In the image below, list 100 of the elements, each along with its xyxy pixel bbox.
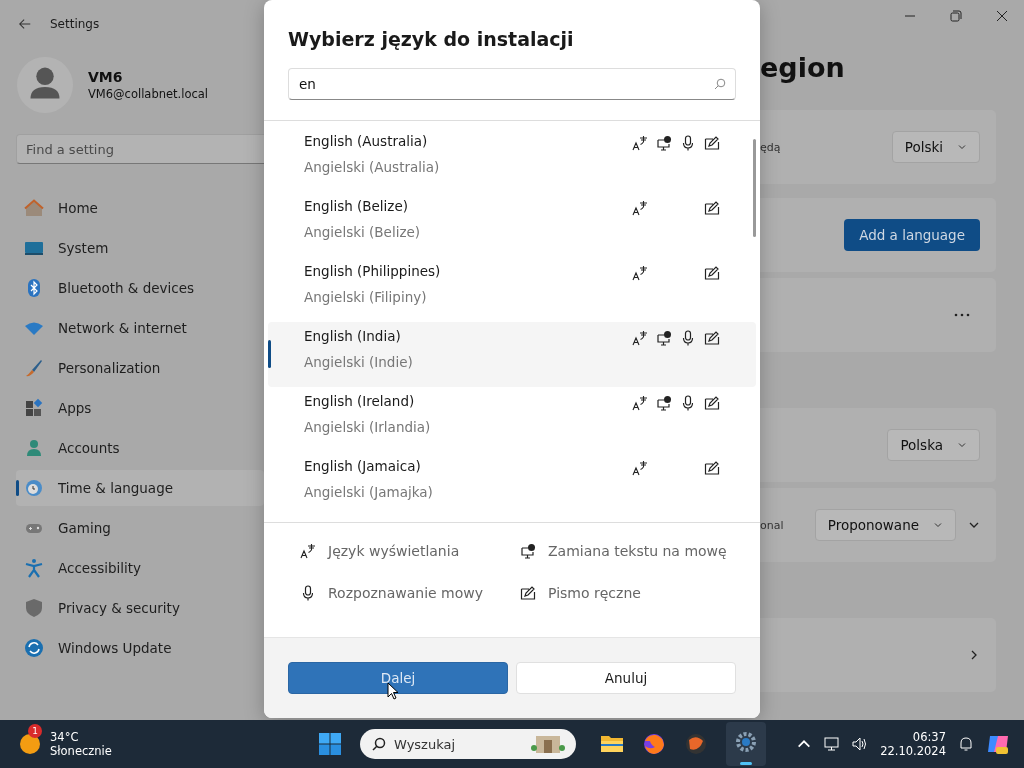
legend-label: Zamiana tekstu na mowę xyxy=(548,543,727,559)
avatar-icon xyxy=(16,56,74,114)
nav-item[interactable]: Windows Update xyxy=(16,630,264,666)
user-name: VM6 xyxy=(88,69,124,85)
speaking-monitor-icon xyxy=(656,135,672,151)
language-native-name: Angielski (Australia) xyxy=(304,159,441,175)
search-icon xyxy=(372,737,386,751)
network-icon[interactable] xyxy=(824,736,841,752)
cancel-button[interactable]: Anuluj xyxy=(516,662,736,694)
language-name: English (Ireland) xyxy=(304,393,416,409)
language-list-item[interactable]: English (Jamaica) Angielski (Jamajka) xyxy=(268,452,756,517)
dropdown[interactable]: Polski xyxy=(891,131,980,163)
page-title: egion xyxy=(760,52,846,85)
nav-item[interactable]: Accounts xyxy=(16,430,264,466)
nav-item[interactable]: Network & internet xyxy=(16,310,264,346)
temperature: 34°C xyxy=(50,730,80,744)
taskbar-search-field[interactable]: Wyszukaj xyxy=(360,729,576,759)
language-list-item[interactable]: English (Ireland) Angielski (Irlandia) xyxy=(268,387,756,452)
language-name: English (Jamaica) xyxy=(304,458,422,474)
font-glyph-icon xyxy=(632,200,648,216)
nav-item[interactable]: System xyxy=(16,230,264,266)
nav-item[interactable]: Privacy & security xyxy=(16,590,264,626)
app-icon[interactable] xyxy=(684,732,708,756)
nav-item[interactable]: Accessibility xyxy=(16,550,264,586)
pen-tablet-icon xyxy=(704,330,720,346)
pen-tablet-icon xyxy=(704,395,720,411)
language-native-name: Angielski (Jamajka) xyxy=(304,484,434,500)
add-language-button[interactable]: Add a language xyxy=(844,219,980,251)
apps-icon xyxy=(24,398,44,418)
speaking-monitor-icon xyxy=(656,330,672,346)
font-glyph-icon xyxy=(632,265,648,281)
search-field[interactable]: en xyxy=(288,68,736,100)
speaking-monitor-icon xyxy=(656,395,672,411)
update-icon xyxy=(24,638,44,658)
dropdown[interactable]: Polska xyxy=(887,429,980,461)
font-glyph-icon xyxy=(300,543,316,559)
chevron-down-icon xyxy=(933,520,943,530)
fox-globe-icon[interactable] xyxy=(642,732,666,756)
language-name: English (Philippines) xyxy=(304,263,442,279)
accessibility-icon xyxy=(24,558,44,578)
setting-label: ędą xyxy=(760,140,781,154)
microphone-icon xyxy=(680,330,696,346)
more-options-icon[interactable] xyxy=(954,313,970,317)
nav-item[interactable]: Apps xyxy=(16,390,264,426)
weather-condition: Słonecznie xyxy=(50,744,112,758)
microphone-icon xyxy=(680,135,696,151)
language-native-name: Angielski (Filipiny) xyxy=(304,289,428,305)
language-list-item[interactable]: English (Belize) Angielski (Belize) xyxy=(268,192,756,257)
back-arrow-icon[interactable] xyxy=(18,17,32,31)
clock-globe-icon xyxy=(24,478,44,498)
pen-tablet-icon xyxy=(704,265,720,281)
pen-tablet-icon xyxy=(704,135,720,151)
language-name: English (Australia) xyxy=(304,133,429,149)
start-icon[interactable] xyxy=(318,732,342,756)
search-icon xyxy=(714,78,726,90)
pen-tablet-icon xyxy=(704,460,720,476)
language-list-item[interactable]: English (Philippines) Angielski (Filipiny) xyxy=(268,257,756,322)
user-email: VM6@collabnet.local xyxy=(88,87,209,101)
shield-icon xyxy=(24,598,44,618)
bell-icon[interactable] xyxy=(958,736,974,752)
chevron-down-icon xyxy=(957,142,967,152)
language-native-name: Angielski (Irlandia) xyxy=(304,419,432,435)
legend-label: Język wyświetlania xyxy=(328,543,460,559)
notification-badge: 1 xyxy=(28,724,42,738)
gear-icon[interactable] xyxy=(734,730,758,754)
font-glyph-icon xyxy=(632,460,648,476)
language-name: English (India) xyxy=(304,328,402,344)
font-glyph-icon xyxy=(632,330,648,346)
pen-tablet-icon xyxy=(520,585,536,601)
speaking-monitor-icon xyxy=(520,543,536,559)
building-icon xyxy=(530,733,566,755)
restore-icon[interactable] xyxy=(950,10,962,22)
house-icon xyxy=(24,198,44,218)
dialog-title: Wybierz język do instalacji xyxy=(288,28,575,50)
font-glyph-icon xyxy=(632,135,648,151)
language-native-name: Angielski (Belize) xyxy=(304,224,422,240)
legend-label: Pismo ręczne xyxy=(548,585,641,601)
nav-item[interactable]: Time & language xyxy=(16,470,264,506)
setting-label: onal xyxy=(760,518,784,532)
microphone-icon xyxy=(680,395,696,411)
brush-icon xyxy=(24,358,44,378)
language-name: English (Belize) xyxy=(304,198,410,214)
window-title: Settings xyxy=(50,17,100,31)
font-glyph-icon xyxy=(632,395,648,411)
clock-time[interactable]: 06:37 xyxy=(912,730,946,744)
nav-item[interactable]: Bluetooth & devices xyxy=(16,270,264,306)
dropdown[interactable]: Proponowane xyxy=(814,509,956,541)
close-icon[interactable] xyxy=(996,10,1008,22)
person-icon xyxy=(24,438,44,458)
nav-item[interactable]: Gaming xyxy=(16,510,264,546)
nav-item[interactable]: Personalization xyxy=(16,350,264,386)
clock-date[interactable]: 22.10.2024 xyxy=(880,744,946,758)
pen-tablet-icon xyxy=(704,200,720,216)
sun-icon xyxy=(18,732,42,756)
microphone-icon xyxy=(300,585,316,601)
next-button[interactable]: Dalej xyxy=(288,662,508,694)
speaker-icon[interactable] xyxy=(852,736,869,752)
language-list-item[interactable]: English (India) Angielski (Indie) xyxy=(268,322,756,387)
nav-item[interactable]: Home xyxy=(16,190,264,226)
legend-label: Rozpoznawanie mowy xyxy=(328,585,484,601)
